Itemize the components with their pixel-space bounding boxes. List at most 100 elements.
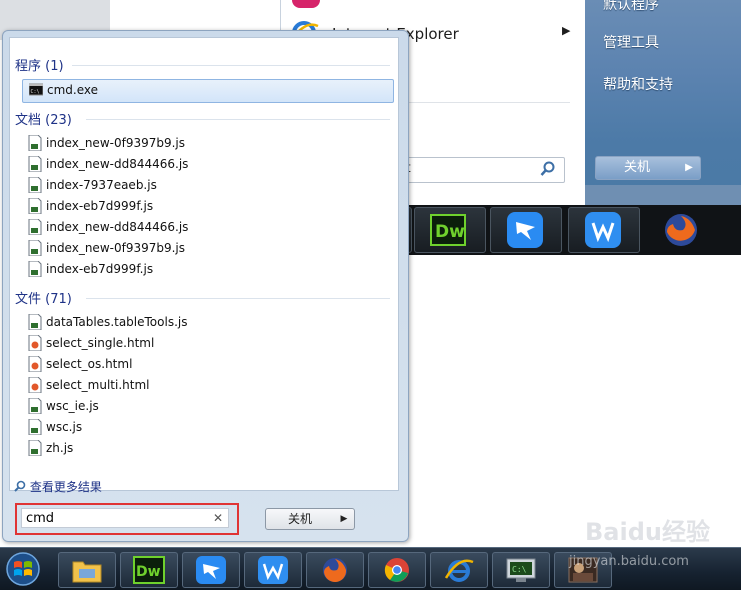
group-header-programs[interactable]: 程序 (1) [15, 55, 64, 74]
js-file-icon [28, 135, 42, 151]
js-file-icon [28, 156, 42, 172]
dingtalk-icon [196, 556, 226, 584]
taskbar-button-dreamweaver[interactable]: Dw [414, 207, 486, 253]
html-file-icon [28, 356, 42, 372]
dreamweaver-icon: Dw [430, 214, 466, 246]
wps-icon [258, 556, 288, 584]
search-input[interactable] [21, 508, 229, 528]
taskbar-button-wps[interactable] [244, 552, 302, 588]
svg-text:C:\: C:\ [512, 565, 527, 574]
taskbar-button-terminal[interactable]: C:\ [492, 552, 550, 588]
watermark: Baidu经验 jingyan.baidu.com [569, 512, 735, 582]
submenu-arrow-icon: ▶ [562, 24, 571, 37]
chevron-right-icon[interactable]: ▶ [334, 508, 355, 530]
result-item-cmd[interactable]: C:\ cmd.exe [22, 79, 394, 103]
search-icon[interactable] [540, 161, 556, 177]
result-item[interactable]: index_new-0f9397b9.js [22, 238, 392, 258]
search-highlight-box: ✕ [15, 503, 239, 535]
taskbar-button-ie[interactable] [430, 552, 488, 588]
result-item-label: cmd.exe [47, 83, 99, 97]
shutdown-group: 关机 ▶ [265, 508, 357, 530]
taskbar-button-firefox[interactable] [646, 207, 718, 253]
result-item-label: index_new-dd844466.js [46, 157, 189, 171]
result-item[interactable]: zh.js [22, 438, 392, 458]
svg-text:Dw: Dw [435, 222, 465, 242]
close-icon[interactable]: ✕ [213, 511, 223, 525]
js-file-icon [28, 398, 42, 414]
right-pane-item-help[interactable]: 帮助和支持 [603, 74, 673, 94]
result-item-label: select_single.html [46, 336, 155, 350]
result-item-label: index_new-0f9397b9.js [46, 136, 186, 150]
svg-text:Dw: Dw [136, 564, 161, 580]
taskbar-button-firefox[interactable] [306, 552, 364, 588]
see-more-results-link[interactable]: 查看更多结果 [14, 478, 102, 495]
result-item[interactable]: index-7937eaeb.js [22, 175, 392, 195]
cmd-icon: C:\ [29, 83, 43, 96]
svg-text:C:\: C:\ [31, 89, 40, 95]
result-item-label: wsc.js [46, 420, 83, 434]
html-file-icon [28, 335, 42, 351]
taskbar-button-dingtalk[interactable] [182, 552, 240, 588]
windows-start-icon[interactable] [4, 551, 42, 587]
divider [72, 65, 390, 66]
result-item-label: index-7937eaeb.js [46, 178, 157, 192]
chevron-right-icon[interactable]: ▶ [678, 156, 701, 180]
result-item[interactable]: index-eb7d999f.js [22, 259, 392, 279]
result-item-label: index_new-dd844466.js [46, 220, 189, 234]
result-item-label: wsc_ie.js [46, 399, 99, 413]
result-item[interactable]: select_single.html [22, 333, 392, 353]
taskbar-button-explorer[interactable] [58, 552, 116, 588]
result-item-label: index-eb7d999f.js [46, 199, 154, 213]
search-icon [14, 480, 26, 492]
group-header-files[interactable]: 文件 (71) [15, 288, 72, 307]
wps-icon [585, 212, 621, 248]
terminal-icon: C:\ [506, 558, 536, 582]
right-pane-item-default-programs[interactable]: 默认程序 [603, 0, 659, 14]
dreamweaver-icon: Dw [133, 556, 165, 584]
taskbar-button-chrome[interactable] [368, 552, 426, 588]
js-file-icon [28, 314, 42, 330]
firefox-icon [665, 214, 697, 246]
firefox-icon [323, 558, 347, 583]
result-item[interactable]: wsc.js [22, 417, 392, 437]
background-shutdown-group: 关机 ▶ [595, 156, 703, 180]
app-icon [292, 0, 320, 8]
file-explorer-icon [72, 561, 102, 583]
result-item-label: select_os.html [46, 357, 133, 371]
see-more-label: 查看更多结果 [29, 480, 102, 494]
shutdown-button[interactable]: 关机 [265, 508, 335, 530]
background-shutdown-button[interactable]: 关机 [595, 156, 679, 180]
result-item[interactable]: index_new-dd844466.js [22, 154, 392, 174]
background-taskbar: Dw [400, 205, 741, 255]
right-pane-footer [585, 185, 741, 205]
taskbar-button-dingtalk[interactable] [490, 207, 562, 253]
watermark-url: jingyan.baidu.com [569, 554, 689, 569]
taskbar-button-dreamweaver[interactable]: Dw [120, 552, 178, 588]
result-item[interactable]: index_new-dd844466.js [22, 217, 392, 237]
html-file-icon [28, 377, 42, 393]
js-file-icon [28, 198, 42, 214]
chrome-icon [384, 558, 409, 582]
js-file-icon [28, 440, 42, 456]
result-item[interactable]: index_new-0f9397b9.js [22, 133, 392, 153]
js-file-icon [28, 419, 42, 435]
result-item[interactable]: select_os.html [22, 354, 392, 374]
result-item-label: dataTables.tableTools.js [46, 315, 188, 329]
result-item-label: select_multi.html [46, 378, 150, 392]
dingtalk-icon [507, 212, 543, 248]
taskbar-button-partial[interactable] [724, 207, 741, 253]
group-header-documents[interactable]: 文档 (23) [15, 109, 72, 128]
result-item[interactable]: select_multi.html [22, 375, 392, 395]
js-file-icon [28, 240, 42, 256]
js-file-icon [28, 177, 42, 193]
result-item[interactable]: wsc_ie.js [22, 396, 392, 416]
result-item[interactable]: index-eb7d999f.js [22, 196, 392, 216]
right-pane-item-admin-tools[interactable]: 管理工具 [603, 32, 659, 52]
js-file-icon [28, 261, 42, 277]
watermark-logo: Baidu经验 [585, 518, 710, 546]
result-item-label: zh.js [46, 441, 74, 455]
result-item-label: index-eb7d999f.js [46, 262, 154, 276]
taskbar-button-wps[interactable] [568, 207, 640, 253]
result-item[interactable]: dataTables.tableTools.js [22, 312, 392, 332]
divider [86, 119, 390, 120]
